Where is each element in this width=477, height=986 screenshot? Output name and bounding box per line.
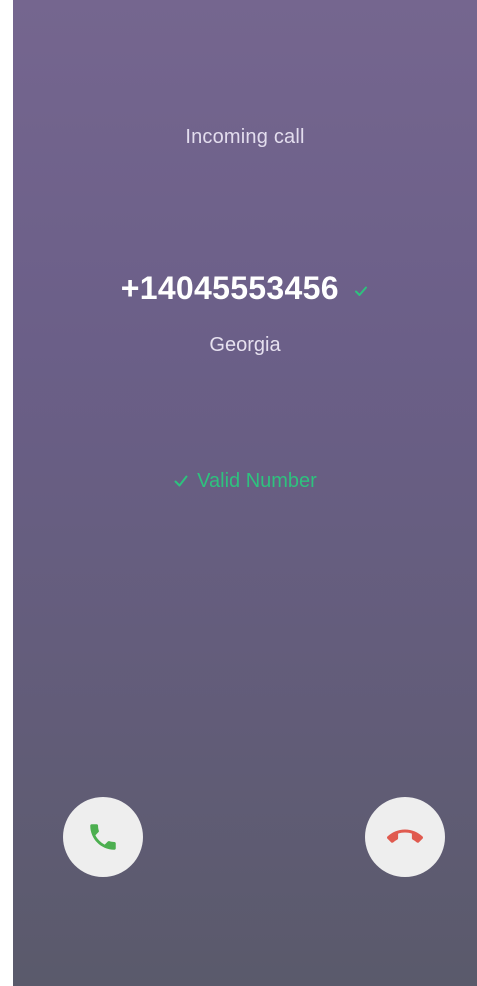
phone-icon [86,820,120,854]
validation-status: Valid Number [13,470,477,493]
decline-call-button[interactable] [365,797,445,877]
incoming-call-screen: Incoming call +14045553456 Georgia Valid… [13,0,477,986]
answer-call-button[interactable] [63,797,143,877]
caller-location: Georgia [209,334,281,356]
caller-number-row: +14045553456 [13,270,477,307]
phone-hangup-icon [387,819,423,855]
call-status-label: Incoming call [185,126,305,148]
validation-text: Valid Number [197,470,317,492]
check-icon [353,283,369,299]
caller-number: +14045553456 [120,270,339,306]
check-icon [173,472,189,488]
